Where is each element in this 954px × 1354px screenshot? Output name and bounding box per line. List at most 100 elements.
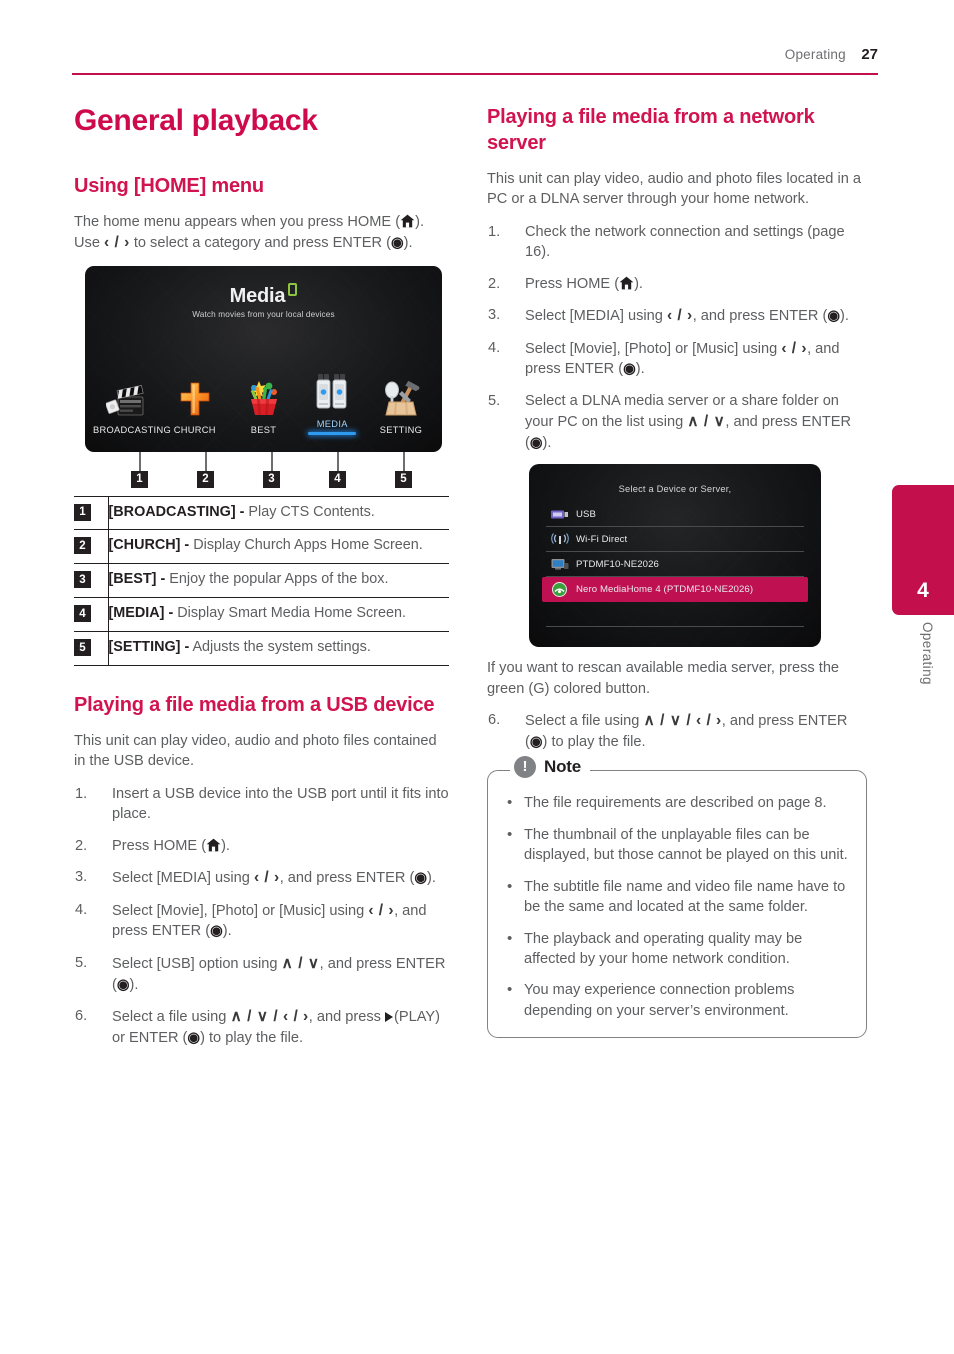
step-text: Select [USB] option using — [112, 955, 282, 972]
intro-text-a: The home menu appears when you press HOM… — [74, 213, 401, 230]
wifi-signal-icon — [550, 532, 569, 546]
step-number: 6. — [488, 712, 501, 729]
device-row-label: Nero MediaHome 4 (PTDMF10-NE2026) — [576, 583, 754, 595]
home-icon — [619, 276, 634, 290]
network-steps-list-bottom: 6. Select a file using ∧ / ∨ / ‹ / ›, and… — [487, 710, 867, 752]
home-item-setting[interactable]: SETTING — [368, 374, 434, 435]
step-item: 1. Check the network connection and setti… — [487, 222, 867, 263]
step-item: 4. Select [Movie], [Photo] or [Music] usi… — [74, 900, 449, 942]
note-item: The playback and operating quality may b… — [504, 928, 850, 970]
step-text: ). — [840, 308, 849, 325]
step-number: 4. — [75, 901, 88, 918]
row-key-cell: 2 — [74, 529, 109, 564]
home-menu-definitions-table: 1 [BROADCASTING] - Play CTS Contents. 2 … — [74, 496, 449, 666]
enter-icon: ◉ — [529, 733, 543, 750]
step-text: Select [MEDIA] using — [112, 870, 254, 887]
row-desc-cell: [BROADCASTING] - Play CTS Contents. — [108, 496, 449, 530]
step-text: Check the network connection and setting… — [525, 223, 845, 261]
nav-left-right-glyph: ‹ / › — [104, 233, 130, 251]
home-item-church[interactable]: CHURCH — [162, 374, 228, 435]
row-desc-cell: [MEDIA] - Display Smart Media Home Scree… — [108, 598, 449, 632]
step-item: 5. Select a DLNA media server or a share … — [487, 391, 867, 454]
step-item: 5. Select [USB] option using ∧ / ∨, and p… — [74, 953, 449, 995]
device-list: USB Wi-Fi Direct PTDMF10-NE2026 Nero Med… — [542, 502, 808, 647]
step-text: Insert a USB device into the USB port un… — [112, 785, 449, 823]
usb-plug-icon — [550, 507, 569, 521]
enter-icon: ◉ — [187, 1029, 201, 1046]
device-row-label: USB — [576, 508, 597, 520]
home-menu-screenshot: Media Watch movies from your local devic… — [85, 265, 442, 452]
step-item: 6. Select a file using ∧ / ∨ / ‹ / ›, and… — [487, 710, 867, 752]
row-desc-cell: [BEST] - Enjoy the popular Apps of the b… — [108, 564, 449, 598]
step-text: Press HOME ( — [112, 837, 207, 854]
step-text: , and press ENTER ( — [279, 870, 415, 887]
nav-glyph: ∧ / ∨ / ‹ / › — [230, 1008, 309, 1025]
step-text: , and press ENTER ( — [692, 308, 828, 325]
nav-glyph: ‹ / › — [781, 339, 808, 357]
media-tagline: Watch movies from your local devices — [192, 309, 335, 319]
row-key-badge: 5 — [74, 639, 91, 657]
home-item-broadcasting[interactable]: BROADCASTING — [93, 374, 171, 435]
row-key-badge: 1 — [74, 503, 91, 521]
row-key-cell: 1 — [74, 496, 109, 530]
device-row-label: Wi-Fi Direct — [576, 533, 628, 545]
note-box: ! Note The file requirements are describ… — [487, 756, 867, 1039]
step-text: ). — [427, 870, 436, 887]
row-desc: Enjoy the popular Apps of the box. — [165, 571, 389, 588]
note-items-list: The file requirements are described on p… — [504, 792, 850, 1021]
intro-text-c: to select a category and press ENTER ( — [129, 234, 391, 251]
callout-4: 4 — [329, 470, 346, 488]
row-desc-cell: [SETTING] - Adjusts the system settings. — [108, 632, 449, 666]
rescan-note: If you want to rescan available media se… — [487, 660, 840, 697]
step-text: ). — [635, 361, 645, 378]
home-item-media[interactable]: MEDIA — [299, 368, 365, 435]
row-desc: Play CTS Contents. — [244, 503, 375, 520]
device-row-wifi-direct[interactable]: Wi-Fi Direct — [546, 527, 804, 553]
step-text: , and press — [308, 1009, 385, 1025]
step-number: 6. — [75, 1008, 88, 1024]
home-item-label: CHURCH — [173, 424, 216, 435]
table-row: 2 [CHURCH] - Display Church Apps Home Sc… — [74, 529, 449, 564]
home-menu-intro: The home menu appears when you press HOM… — [74, 212, 449, 254]
nav-glyph: ∧ / ∨ — [281, 954, 320, 972]
step-text: ). — [634, 275, 643, 292]
page-title: General playback — [74, 104, 318, 137]
section-heading-home-menu: Using [HOME] menu — [74, 174, 264, 197]
pc-monitor-icon — [550, 557, 569, 571]
toolbox-icon — [368, 374, 434, 418]
step-number: 2. — [488, 275, 501, 292]
row-key-cell: 5 — [74, 631, 109, 666]
device-row-usb[interactable]: USB — [546, 502, 804, 528]
step-number: 4. — [488, 339, 501, 356]
media-logo: Media — [85, 282, 442, 308]
row-key-cell: 3 — [74, 563, 109, 598]
step-item: 3. Select [MEDIA] using ‹ / ›, and press … — [487, 305, 867, 327]
device-server-screenshot: Select a Device or Server, USB Wi-Fi Dir… — [529, 464, 821, 648]
screenshot-callouts: 1 2 3 4 5 — [85, 451, 442, 490]
nero-globe-icon — [550, 581, 569, 597]
active-item-underline — [308, 431, 357, 435]
note-item: The subtitle file name and video file na… — [504, 876, 850, 918]
usb-intro: This unit can play video, audio and phot… — [74, 732, 437, 770]
chapter-side-tab: 4 — [892, 485, 954, 615]
step-item: 2. Press HOME (). — [487, 274, 867, 294]
callout-2: 2 — [197, 470, 214, 488]
step-number: 2. — [75, 837, 88, 854]
table-row: 4 [MEDIA] - Display Smart Media Home Scr… — [74, 597, 449, 632]
device-row-pc[interactable]: PTDMF10-NE2026 — [546, 552, 804, 578]
step-number: 3. — [75, 869, 88, 886]
header-section-label: Operating — [784, 47, 846, 62]
home-icon — [400, 214, 415, 228]
row-desc: Display Church Apps Home Screen. — [189, 537, 423, 554]
device-row-empty — [546, 602, 804, 628]
row-term: [BEST] - — [108, 571, 166, 588]
play-icon — [385, 1012, 393, 1022]
step-number: 5. — [488, 392, 501, 409]
usb-steps-list: 1. Insert a USB device into the USB port … — [74, 784, 449, 1048]
popcorn-icon — [231, 374, 297, 418]
row-key-badge: 4 — [74, 605, 91, 623]
home-item-best[interactable]: BEST — [231, 374, 297, 435]
nav-glyph: ∧ / ∨ — [687, 413, 726, 431]
row-term: [BROADCASTING] - — [108, 503, 245, 520]
device-row-nero-selected[interactable]: Nero MediaHome 4 (PTDMF10-NE2026) — [542, 577, 808, 603]
